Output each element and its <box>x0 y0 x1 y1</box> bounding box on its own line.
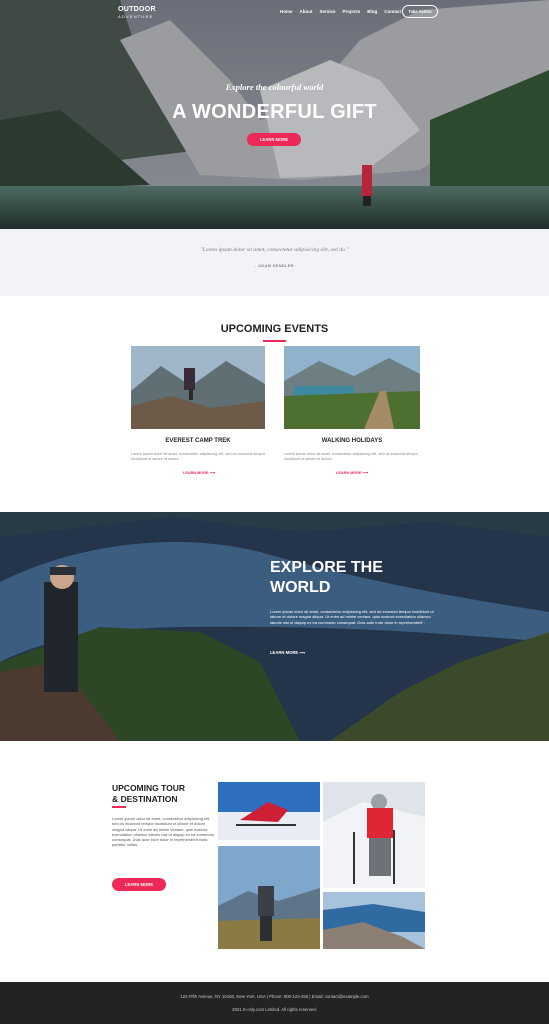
hiker-mountain-view-image[interactable] <box>218 846 320 949</box>
tour-heading-underline <box>112 806 126 808</box>
site-footer: 123 Fifth Avenue, NY 10160, New York, US… <box>0 982 549 1024</box>
everest-trek-image[interactable] <box>131 346 265 429</box>
event-card-title: WALKING HOLIDAYS <box>321 438 383 444</box>
hero-subtitle: Explore the colourful world <box>225 82 324 92</box>
hero-learn-more-button[interactable]: LEARN MORE <box>247 133 301 146</box>
event-card-text: Lorem ipsum dolor sit amet, consectetur … <box>131 452 266 461</box>
nav-item-home[interactable]: Home <box>280 9 293 14</box>
nav-item-blog[interactable]: Blog <box>367 9 377 14</box>
explore-heading-line2: WORLD <box>270 579 331 596</box>
nav-item-about[interactable]: About <box>300 9 313 14</box>
skier-red-jacket-image[interactable] <box>323 782 425 888</box>
event-card-learn-more-link[interactable]: LEARN MORE ⟶ <box>183 470 215 475</box>
explore-learn-more-link[interactable]: LEARN MORE ⟶ <box>270 650 305 655</box>
testimonial-quote: "Lorem ipsum dolor sit amet, consectetur… <box>200 247 349 253</box>
explore-heading-line1: EXPLORE THE <box>270 559 383 576</box>
tour-heading-line2: & DESTINATION <box>112 793 178 804</box>
walking-holidays-image[interactable] <box>284 346 420 429</box>
event-card-title: EVEREST CAMP TREK <box>165 438 231 444</box>
nav-item-projects[interactable]: Projects <box>343 9 361 14</box>
take-action-button[interactable]: Take Action <box>402 5 438 18</box>
tour-text: Lorem ipsum dolor sit amet, consectetur … <box>112 816 215 848</box>
cliff-lake-view-image[interactable] <box>323 892 425 949</box>
footer-contact-info: 123 Fifth Avenue, NY 10160, New York, US… <box>180 994 369 999</box>
event-card-learn-more-link[interactable]: LEARN MORE ⟶ <box>336 470 368 475</box>
site-logo[interactable]: OUTDOOR ADVENTURE <box>118 6 156 19</box>
testimonial-section: "Lorem ipsum dolor sit amet, consectetur… <box>0 229 549 296</box>
hero-title: A WONDERFUL GIFT <box>172 101 377 123</box>
main-nav: Home About Service Projects Blog Contact <box>280 9 401 14</box>
explore-background-image <box>0 512 549 741</box>
skier-downhill-image[interactable] <box>218 782 320 840</box>
nav-item-service[interactable]: Service <box>320 9 336 14</box>
logo-subtitle: ADVENTURE <box>118 14 154 19</box>
events-heading-underline <box>263 340 286 342</box>
logo-title: OUTDOOR <box>118 6 156 13</box>
testimonial-author: - ADAM SENDLER <box>255 263 294 268</box>
hero-section: OUTDOOR ADVENTURE Home About Service Pro… <box>0 0 549 229</box>
explore-heading: EXPLORE THE WORLD <box>270 558 383 598</box>
tour-heading-line1: UPCOMING TOUR <box>112 783 186 793</box>
tour-learn-more-button[interactable]: LEARN MORE <box>112 878 166 891</box>
footer-copyright: 2021 E-only.com Limited. All rights rese… <box>232 1007 317 1012</box>
tour-heading: UPCOMING TOUR & DESTINATION <box>112 783 185 804</box>
event-card-text: Lorem ipsum dolor sit amet, consectetur … <box>284 452 419 461</box>
events-heading: UPCOMING EVENTS <box>220 323 329 335</box>
nav-item-contact[interactable]: Contact <box>384 9 401 14</box>
explore-section <box>0 512 549 741</box>
explore-text: Lorem ipsum dolor sit amet, consectetur … <box>270 609 434 625</box>
